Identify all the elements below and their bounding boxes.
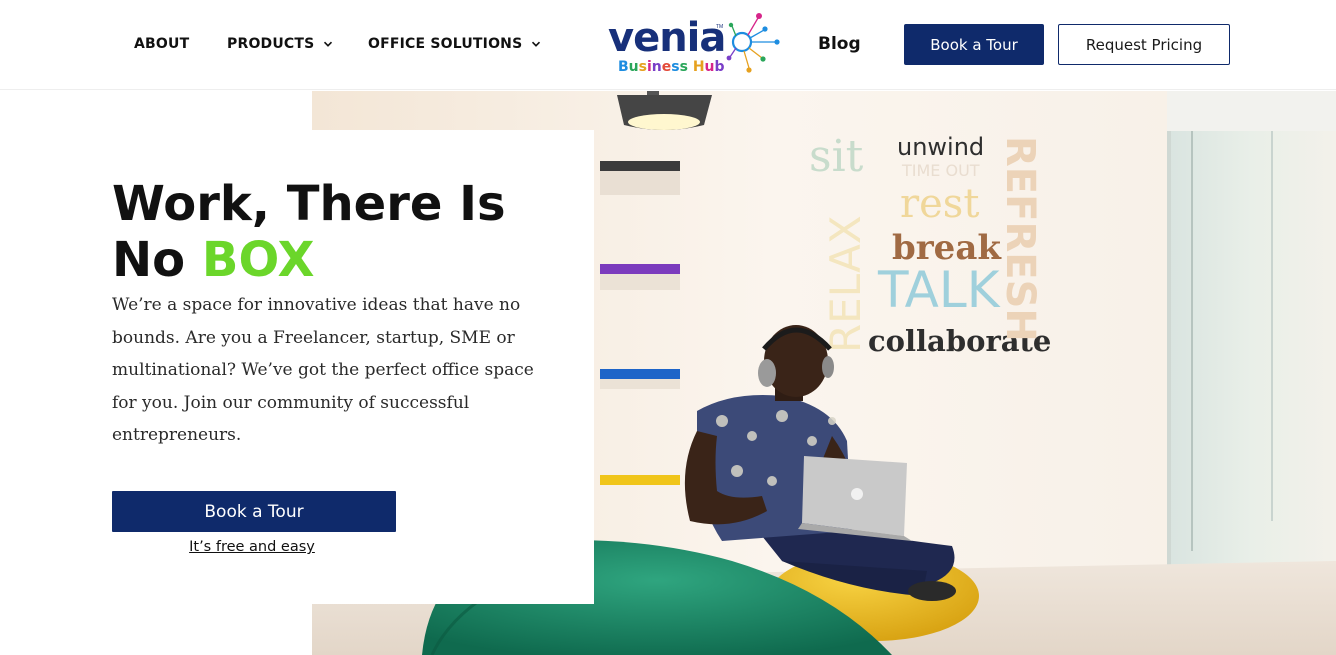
nav-office-solutions-label: OFFICE SOLUTIONS [368, 36, 523, 52]
logo-subtitle-letter: u [628, 59, 639, 75]
nav-about[interactable]: ABOUT [134, 36, 189, 52]
nav-office-solutions[interactable]: OFFICE SOLUTIONS [368, 36, 541, 52]
request-pricing-button[interactable]: Request Pricing [1058, 24, 1230, 65]
hero-title-box: BOX [201, 232, 315, 288]
hero-title: Work, There Is No BOX [112, 176, 572, 288]
hero-title-no: No [112, 232, 202, 288]
chevron-down-icon [324, 41, 333, 47]
logo-wordmark: venia [608, 15, 726, 61]
logo-subtitle-letter: s [638, 59, 647, 75]
book-tour-hero-button[interactable]: Book a Tour [112, 491, 396, 532]
logo-subtitle-letter: n [651, 59, 662, 75]
hero-title-line1: Work, There Is [112, 176, 506, 232]
logo-subtitle-letter: B [618, 59, 629, 75]
wall-word-time-out: TIME OUT [901, 161, 980, 180]
nav-blog[interactable]: Blog [818, 34, 861, 54]
logo-subtitle-letter: H [692, 59, 705, 75]
network-node-icon [726, 13, 780, 73]
nav-products[interactable]: PRODUCTS [227, 36, 333, 52]
hero-description: We’re a space for innovative ideas that … [112, 295, 534, 446]
logo-subtitle-letter: s [671, 59, 680, 75]
wall-word-unwind: unwind [897, 133, 984, 161]
wall-word-sit: sit [809, 131, 864, 182]
wall-word-refresh: REFRESH [997, 136, 1043, 342]
book-tour-header-button[interactable]: Book a Tour [904, 24, 1044, 65]
wall-word-relax: RELAX [821, 215, 870, 353]
logo-subtitle-letter: s [679, 59, 688, 75]
chevron-down-icon [532, 41, 541, 47]
venia-logo[interactable]: venia TM Business Hub [604, 10, 782, 82]
nav-about-label: ABOUT [134, 36, 190, 52]
nav-products-label: PRODUCTS [227, 36, 315, 52]
logo-subtitle-letter: u [704, 59, 715, 75]
logo-subtitle-letter: e [661, 59, 672, 75]
wall-word-talk: TALK [877, 261, 1001, 319]
wall-word-rest: rest [900, 181, 979, 227]
logo-subtitle: Business Hub [618, 60, 725, 74]
site-header: ABOUT PRODUCTS OFFICE SOLUTIONS venia TM… [0, 0, 1336, 90]
free-and-easy-link[interactable]: It’s free and easy [112, 539, 392, 555]
